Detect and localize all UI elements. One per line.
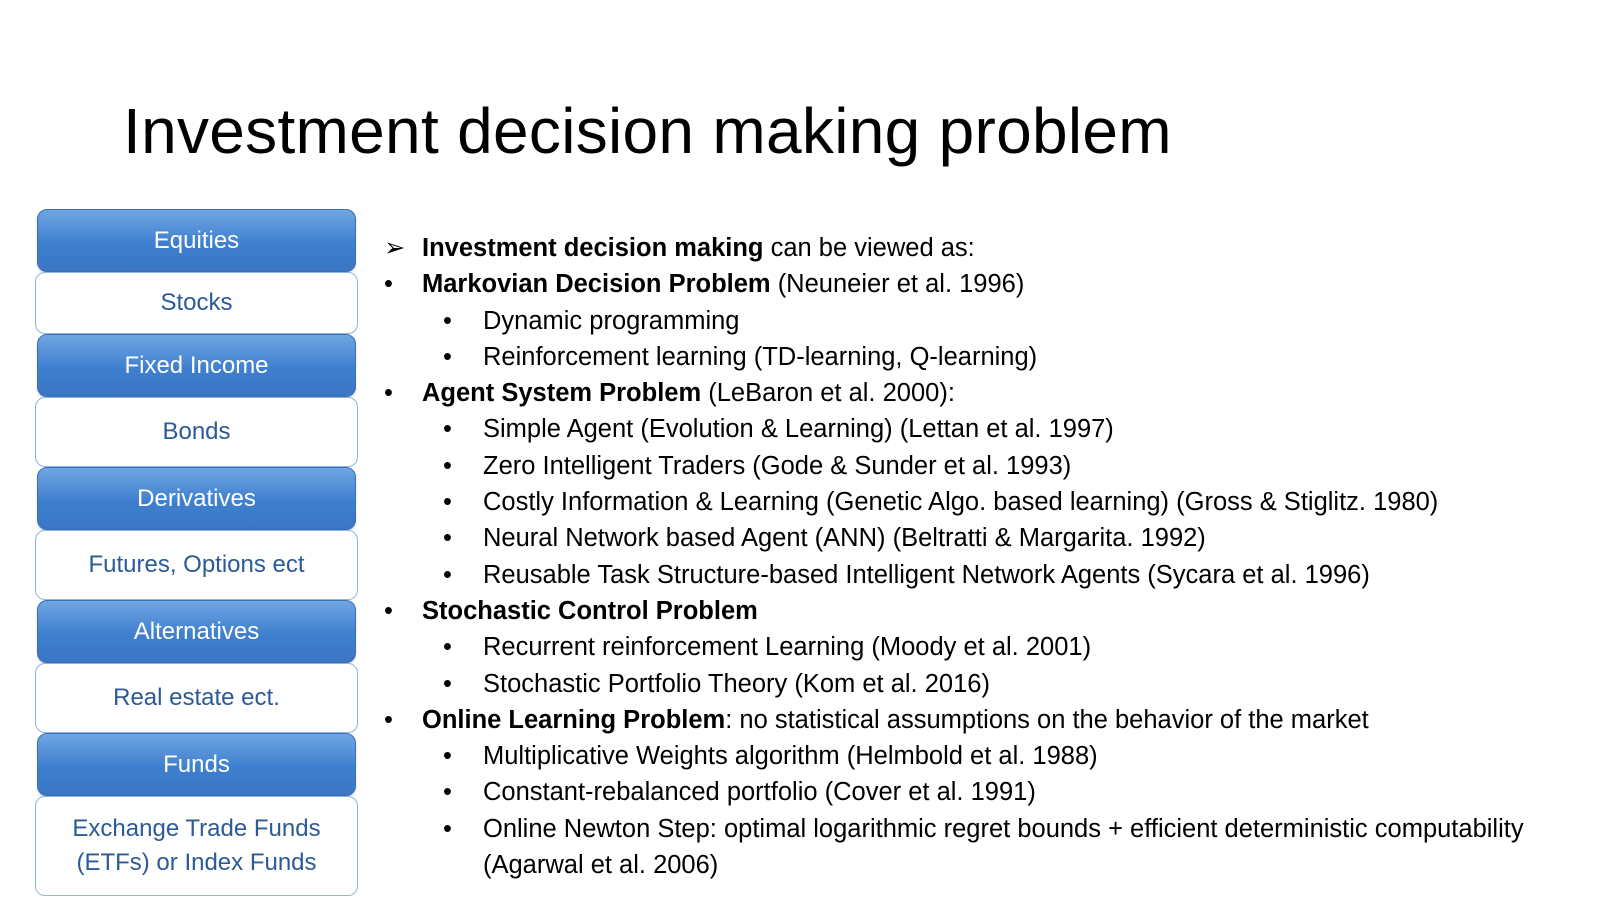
asset-item-etfs-line2: (ETFs) or Index Funds bbox=[76, 849, 317, 876]
section-agent-system: • Agent System Problem (LeBaron et al. 20… bbox=[384, 375, 1594, 411]
asset-header-derivatives: Derivatives bbox=[37, 467, 356, 530]
sub-item: • Costly Information & Learning (Genetic … bbox=[384, 484, 1594, 520]
asset-item-futures-options: Futures, Options ect bbox=[35, 530, 358, 600]
slide-title: Investment decision making problem bbox=[123, 95, 1172, 167]
section-title: Stochastic Control Problem bbox=[422, 596, 758, 625]
asset-header-fixed-income: Fixed Income bbox=[37, 334, 356, 397]
sub-item-text: Recurrent reinforcement Learning (Moody … bbox=[483, 633, 1092, 662]
section-markovian: • Markovian Decision Problem (Neuneier et… bbox=[384, 266, 1594, 302]
section-citation: : no statistical assumptions on the beha… bbox=[725, 705, 1369, 734]
bullet-icon: • bbox=[443, 814, 452, 843]
sub-item-text: Multiplicative Weights algorithm (Helmbo… bbox=[483, 742, 1098, 771]
bullet-icon: • bbox=[443, 415, 452, 444]
asset-header-equities: Equities bbox=[37, 209, 356, 272]
bullet-icon: • bbox=[443, 524, 452, 553]
sub-item: • Neural Network based Agent (ANN) (Beltr… bbox=[384, 520, 1594, 556]
bullet-icon: • bbox=[443, 633, 452, 662]
section-title: Online Learning Problem bbox=[422, 705, 726, 734]
asset-class-panel: Equities Stocks Fixed Income Bonds Deriv… bbox=[35, 209, 358, 896]
bullet-icon: • bbox=[443, 560, 452, 589]
sub-item-text: Neural Network based Agent (ANN) (Beltra… bbox=[483, 524, 1206, 553]
section-stochastic-control: • Stochastic Control Problem bbox=[384, 593, 1594, 629]
sub-item: • Stochastic Portfolio Theory (Kom et al.… bbox=[384, 666, 1594, 702]
bullet-icon: • bbox=[384, 270, 393, 299]
section-title: Markovian Decision Problem bbox=[422, 270, 771, 299]
sub-item-text: Stochastic Portfolio Theory (Kom et al. … bbox=[483, 669, 990, 698]
asset-item-real-estate: Real estate ect. bbox=[35, 663, 358, 733]
sub-item-text: Zero Intelligent Traders (Gode & Sunder … bbox=[483, 451, 1072, 480]
sub-item: • Zero Intelligent Traders (Gode & Sunder… bbox=[384, 448, 1594, 484]
asset-item-etfs: Exchange Trade Funds (ETFs) or Index Fun… bbox=[35, 796, 358, 896]
sub-item-text: Constant-rebalanced portfolio (Cover et … bbox=[483, 778, 1036, 807]
intro-line: ➢ Investment decision making can be viewe… bbox=[384, 230, 1594, 266]
asset-item-bonds: Bonds bbox=[35, 397, 358, 467]
bullet-icon: • bbox=[443, 451, 452, 480]
section-citation: (Neuneier et al. 1996) bbox=[770, 270, 1025, 299]
bullet-icon: • bbox=[384, 379, 393, 408]
sub-item: • Recurrent reinforcement Learning (Moody… bbox=[384, 629, 1594, 665]
section-online-learning: • Online Learning Problem: no statistical… bbox=[384, 702, 1594, 738]
bullet-icon: • bbox=[443, 778, 452, 807]
bullet-icon: • bbox=[443, 488, 452, 517]
sub-item: • Multiplicative Weights algorithm (Helmb… bbox=[384, 738, 1594, 774]
sub-item-text: Simple Agent (Evolution & Learning) (Let… bbox=[483, 415, 1114, 444]
intro-bold: Investment decision making bbox=[422, 234, 764, 262]
arrow-bullet-icon: ➢ bbox=[384, 234, 406, 262]
sub-item-text: Costly Information & Learning (Genetic A… bbox=[483, 488, 1439, 517]
intro-rest: can be viewed as: bbox=[763, 234, 975, 262]
asset-header-funds: Funds bbox=[37, 733, 356, 796]
asset-header-alternatives: Alternatives bbox=[37, 600, 356, 663]
content-bullet-list: ➢ Investment decision making can be viewe… bbox=[384, 230, 1594, 883]
bullet-icon: • bbox=[443, 742, 452, 771]
bullet-icon: • bbox=[443, 342, 452, 371]
sub-item: • Reinforcement learning (TD-learning, Q-… bbox=[384, 339, 1594, 375]
sub-item: • Reusable Task Structure-based Intellige… bbox=[384, 557, 1594, 593]
bullet-icon: • bbox=[384, 596, 393, 625]
bullet-icon: • bbox=[384, 705, 393, 734]
sub-item: • Simple Agent (Evolution & Learning) (Le… bbox=[384, 411, 1594, 447]
sub-item-text: Reusable Task Structure-based Intelligen… bbox=[483, 560, 1370, 589]
sub-item: • Dynamic programming bbox=[384, 303, 1594, 339]
asset-item-etfs-line1: Exchange Trade Funds bbox=[72, 815, 321, 842]
section-citation: (LeBaron et al. 2000): bbox=[701, 379, 955, 408]
sub-item-text: Dynamic programming bbox=[483, 306, 740, 335]
sub-item-text: Online Newton Step: optimal logarithmic … bbox=[483, 814, 1524, 880]
bullet-icon: • bbox=[443, 306, 452, 335]
sub-item: • Constant-rebalanced portfolio (Cover et… bbox=[384, 774, 1594, 810]
sub-item: • Online Newton Step: optimal logarithmic… bbox=[384, 811, 1594, 884]
bullet-icon: • bbox=[443, 669, 452, 698]
asset-item-stocks: Stocks bbox=[35, 272, 358, 334]
section-title: Agent System Problem bbox=[422, 379, 702, 408]
sub-item-text: Reinforcement learning (TD-learning, Q-l… bbox=[483, 342, 1038, 371]
